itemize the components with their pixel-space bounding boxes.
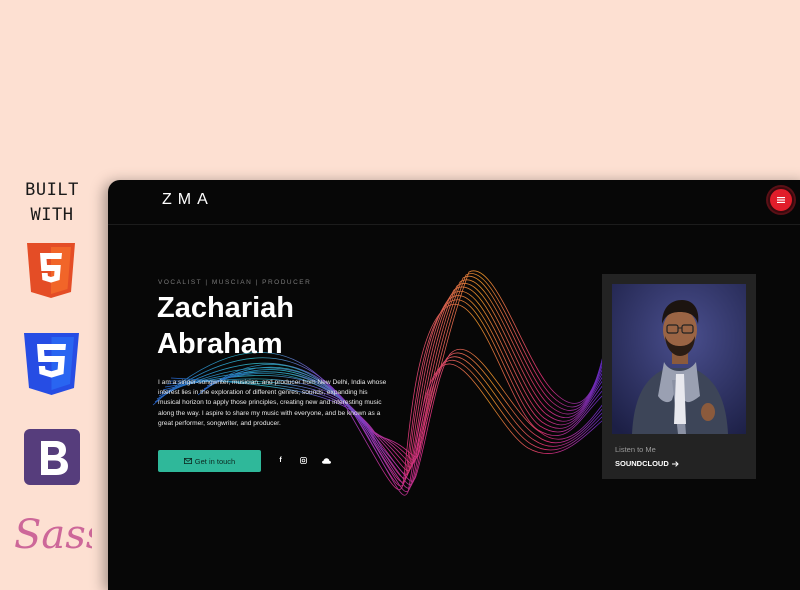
soundcloud-link[interactable]: SOUNDCLOUD [615, 459, 679, 468]
html5-icon [27, 243, 75, 298]
svg-text:Sass: Sass [14, 512, 92, 558]
bio-line: great performer, songwriter, and produce… [158, 419, 281, 427]
built-line-2: WITH [30, 205, 74, 225]
soundcloud-link-label: SOUNDCLOUD [615, 459, 669, 468]
built-line-1: BUILT [25, 180, 79, 200]
get-in-touch-button[interactable]: Get in touch [158, 450, 261, 472]
bio-line: interest lies in the exploration of diff… [158, 389, 368, 397]
soundcloud-icon[interactable] [322, 456, 331, 465]
built-with-heading: BUILT WITH [12, 178, 92, 228]
bio-line: musical horizon to apply those principle… [158, 399, 382, 407]
bio-line: along the way. I aspire to share my musi… [158, 409, 381, 417]
css3-icon [24, 333, 79, 395]
bootstrap-icon [24, 429, 80, 485]
profile-card: Listen to Me SOUNDCLOUD [602, 274, 756, 479]
hero-eyebrow: VOCALIST | MUSCIAN | PRODUCER [158, 279, 312, 286]
instagram-icon[interactable] [299, 456, 308, 465]
get-in-touch-label: Get in touch [194, 456, 236, 466]
listen-label: Listen to Me [615, 445, 656, 454]
bio-line: I am a singer-songwriter, musician, and … [158, 379, 387, 386]
hero-bio: I am a singer-songwriter, musician, and … [158, 378, 458, 429]
envelope-icon [183, 458, 192, 464]
hero-name-first: Zachariah [157, 292, 294, 324]
hero-name: Zachariah Abraham [157, 290, 294, 362]
hero-name-last: Abraham [157, 328, 283, 360]
website-window: ZMA VOCALIST | MUSCIAN | PRODUCER Zachar… [108, 180, 800, 590]
arrow-right-icon [671, 460, 679, 467]
profile-photo [612, 284, 746, 434]
sass-icon: Sass [14, 512, 92, 558]
social-links: f [276, 456, 331, 465]
facebook-icon[interactable]: f [276, 456, 285, 465]
